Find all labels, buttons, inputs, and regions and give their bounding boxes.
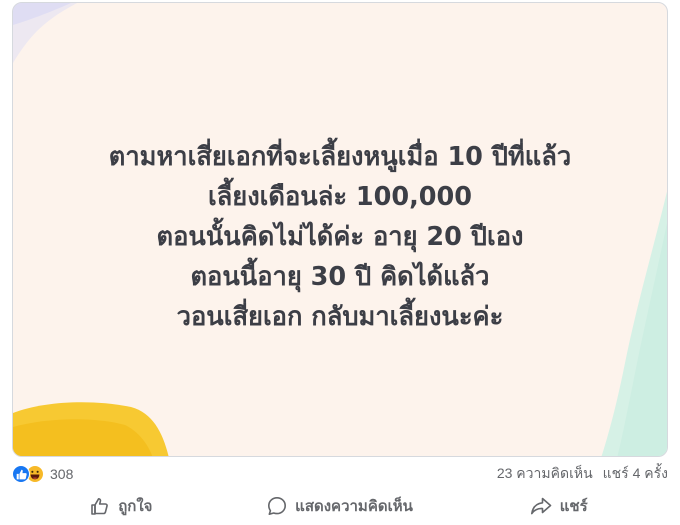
- post-text-line: ตามหาเสี่ยเอกที่จะเลี้ยงหนูเมื่อ 10 ปีที…: [108, 142, 572, 172]
- post-stats-bar: 308 23 ความคิดเห็น แชร์ 4 ครั้ง: [12, 462, 668, 486]
- post-text-line: วอนเสี่ยเอก กลับมาเลี้ยงนะค่ะ: [176, 302, 504, 332]
- share-arrow-icon: [530, 496, 552, 516]
- comment-count[interactable]: 23 ความคิดเห็น: [497, 463, 593, 485]
- post-text-line: ตอนนี้อายุ 30 ปี คิดได้แล้ว: [190, 262, 490, 292]
- comment-bubble-icon: [267, 496, 287, 516]
- facebook-post: ตามหาเสี่ยเอกที่จะเลี้ยงหนูเมื่อ 10 ปีที…: [0, 0, 680, 525]
- post-text-line: ตอนนั้นคิดไม่ได้ค่ะ อายุ 20 ปีเอง: [156, 222, 524, 252]
- comment-button[interactable]: แสดงความคิดเห็น: [231, 490, 450, 522]
- thumbs-up-icon: [90, 496, 110, 516]
- like-button-label: ถูกใจ: [118, 498, 153, 515]
- post-text-line: เลี้ยงเดือนล่ะ 100,000: [207, 182, 473, 212]
- comment-button-label: แสดงความคิดเห็น: [295, 498, 413, 515]
- like-button[interactable]: ถูกใจ: [12, 490, 231, 522]
- engagement-counts: 23 ความคิดเห็น แชร์ 4 ครั้ง: [497, 463, 668, 485]
- share-count[interactable]: แชร์ 4 ครั้ง: [603, 463, 668, 485]
- share-button[interactable]: แชร์: [449, 490, 668, 522]
- share-button-label: แชร์: [559, 498, 588, 515]
- text-post-card[interactable]: ตามหาเสี่ยเอกที่จะเลี้ยงหนูเมื่อ 10 ปีที…: [12, 2, 668, 457]
- reaction-count: 308: [50, 466, 74, 482]
- post-actions: ถูกใจ แสดงความคิดเห็น แชร์: [12, 490, 668, 522]
- post-text: ตามหาเสี่ยเอกที่จะเลี้ยงหนูเมื่อ 10 ปีที…: [13, 137, 667, 337]
- reactions-summary[interactable]: 308: [12, 465, 73, 483]
- like-icon: [12, 465, 30, 483]
